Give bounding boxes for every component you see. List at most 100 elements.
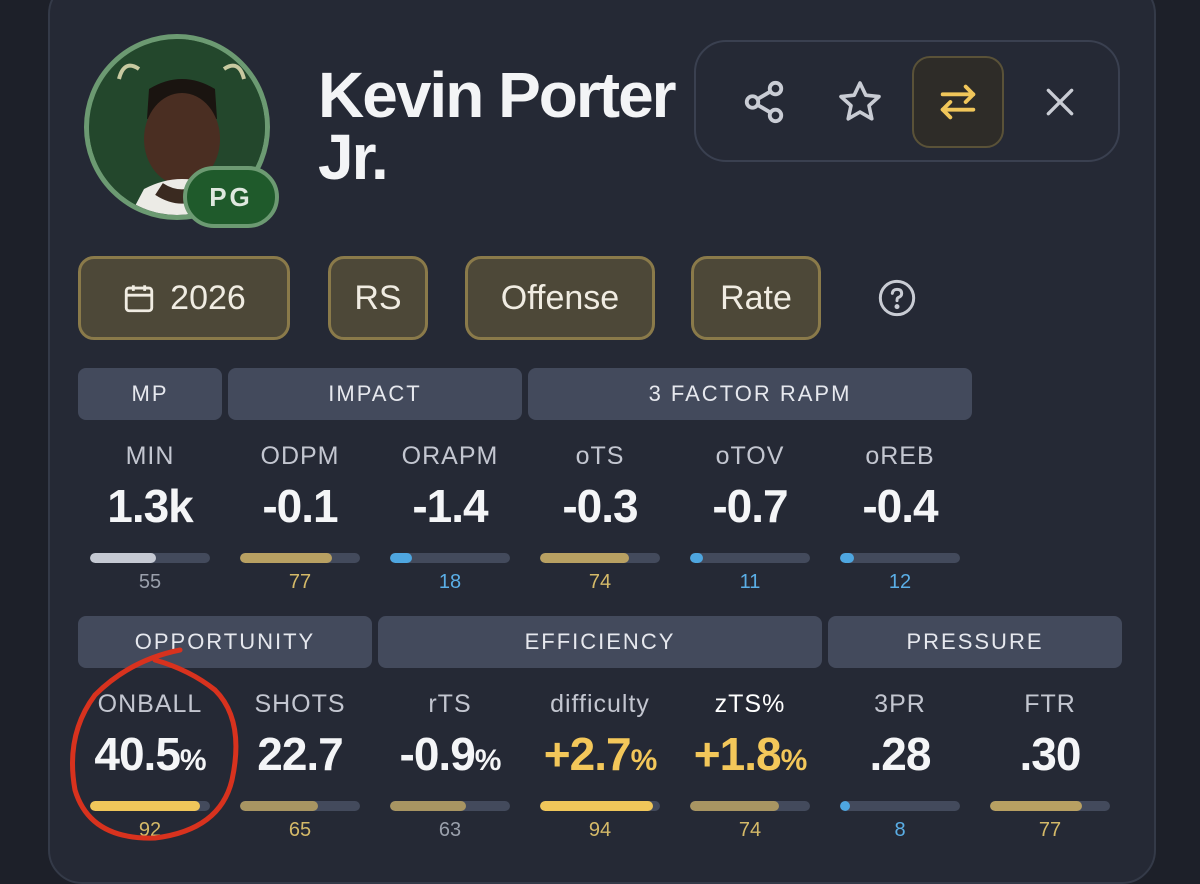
help-icon[interactable] xyxy=(877,278,917,318)
stat-value: -1.4 xyxy=(375,479,525,533)
stat-rts: rTS -0.9% 63 xyxy=(375,690,525,842)
percentile-bar-fill xyxy=(840,553,855,563)
stat-number: -1.4 xyxy=(412,480,488,532)
stat-onball: ONBALL 40.5% 92 xyxy=(75,690,225,842)
stat-number: .28 xyxy=(869,728,932,780)
percentile-value: 74 xyxy=(588,571,612,593)
stat-number: -0.1 xyxy=(262,480,338,532)
percentile-bar-fill xyxy=(990,801,1083,811)
section-3-factor-rapm: 3 FACTOR RAPM xyxy=(528,368,972,420)
section-pressure: PRESSURE xyxy=(828,616,1122,668)
percentile-bar xyxy=(990,801,1110,811)
percentile-value: 11 xyxy=(739,571,761,593)
section-mp: MP xyxy=(78,368,222,420)
percentile-bar-fill xyxy=(540,553,629,563)
mode-label: Rate xyxy=(720,278,792,317)
stat-number: 40.5 xyxy=(94,728,181,780)
percentile-bar xyxy=(240,801,360,811)
stat-zts-: zTS% +1.8% 74 xyxy=(675,690,825,842)
percentile-value: 8 xyxy=(894,819,906,841)
stat-value: -0.7 xyxy=(675,479,825,533)
stat-value: 1.3k xyxy=(75,479,225,533)
stat-label: ODPM xyxy=(260,442,340,470)
stat-label: 3PR xyxy=(874,690,926,718)
stat-label: difficulty xyxy=(550,690,650,718)
stat-label: MIN xyxy=(125,442,175,470)
favorite-button[interactable] xyxy=(814,56,906,148)
stat-number: .30 xyxy=(1019,728,1082,780)
stat-otov: oTOV -0.7 11 xyxy=(675,442,825,594)
star-icon xyxy=(839,81,881,121)
percentile-bar xyxy=(840,801,960,811)
percent-sign: % xyxy=(179,744,207,777)
swap-icon xyxy=(940,84,976,120)
stat-min: MIN 1.3k 55 xyxy=(75,442,225,594)
position-badge: PG xyxy=(183,166,279,228)
percentile-value: 63 xyxy=(438,819,462,841)
percentile-bar-fill xyxy=(90,553,156,563)
close-icon xyxy=(1046,88,1074,116)
stat-value: -0.4 xyxy=(825,479,975,533)
percentile-bar xyxy=(540,553,660,563)
close-button[interactable] xyxy=(1014,56,1106,148)
compare-button[interactable] xyxy=(912,56,1004,148)
share-button[interactable] xyxy=(718,56,810,148)
stat-number: 1.3k xyxy=(107,480,194,532)
percentile-bar xyxy=(390,801,510,811)
season-label: 2026 xyxy=(170,278,246,317)
stat-value: +2.7% xyxy=(525,727,675,781)
action-group xyxy=(694,40,1120,162)
stat-orapm: ORAPM -1.4 18 xyxy=(375,442,525,594)
percentile-bar xyxy=(690,553,810,563)
percentile-value: 94 xyxy=(588,819,612,841)
season-type-label: RS xyxy=(354,278,402,317)
percentile-bar-fill xyxy=(90,801,201,811)
percentile-value: 92 xyxy=(138,819,162,841)
stat-number: -0.9 xyxy=(399,728,476,780)
percent-sign: % xyxy=(474,744,502,777)
percentile-bar xyxy=(540,801,660,811)
percentile-bar-fill xyxy=(840,801,850,811)
stat-label: SHOTS xyxy=(254,690,346,718)
stat-number: +1.8 xyxy=(693,728,782,780)
stat-number: -0.3 xyxy=(562,480,638,532)
player-name: Kevin Porter Jr. xyxy=(318,59,677,193)
stat-value: -0.9% xyxy=(375,727,525,781)
stat-odpm: ODPM -0.1 77 xyxy=(225,442,375,594)
stat-value: +1.8% xyxy=(675,727,825,781)
percent-sign: % xyxy=(780,744,808,777)
percentile-bar xyxy=(240,553,360,563)
stat-number: 22.7 xyxy=(257,728,344,780)
mode-chip[interactable]: Rate xyxy=(691,256,821,340)
percentile-value: 65 xyxy=(288,819,312,841)
percentile-value: 55 xyxy=(138,571,162,593)
percentile-value: 74 xyxy=(738,819,762,841)
percentile-bar xyxy=(390,553,510,563)
percentile-value: 77 xyxy=(1038,819,1062,841)
season-select[interactable]: 2026 xyxy=(78,256,290,340)
percentile-bar xyxy=(840,553,960,563)
percentile-bar-fill xyxy=(240,553,333,563)
percentile-bar xyxy=(690,801,810,811)
stat-value: .30 xyxy=(975,727,1125,781)
stat-label: ORAPM xyxy=(401,442,499,470)
percentile-bar-fill xyxy=(390,801,466,811)
stat-value: -0.1 xyxy=(225,479,375,533)
percentile-bar-fill xyxy=(240,801,318,811)
calendar-icon xyxy=(125,285,154,313)
stat-number: -0.4 xyxy=(862,480,938,532)
stat-label: oREB xyxy=(865,442,935,470)
percentile-bar-fill xyxy=(390,553,412,563)
stat-ots: oTS -0.3 74 xyxy=(525,442,675,594)
side-chip[interactable]: Offense xyxy=(465,256,655,340)
section-impact: IMPACT xyxy=(228,368,522,420)
season-type-chip[interactable]: RS xyxy=(328,256,428,340)
stat-label: oTS xyxy=(575,442,625,470)
side-label: Offense xyxy=(500,278,620,317)
stat-label: ONBALL xyxy=(97,690,203,718)
stat-label: zTS% xyxy=(714,690,786,718)
stat-label: FTR xyxy=(1024,690,1076,718)
stat-label: rTS xyxy=(428,690,472,718)
percentile-value: 12 xyxy=(888,571,912,593)
stat-ftr: FTR .30 77 xyxy=(975,690,1125,842)
